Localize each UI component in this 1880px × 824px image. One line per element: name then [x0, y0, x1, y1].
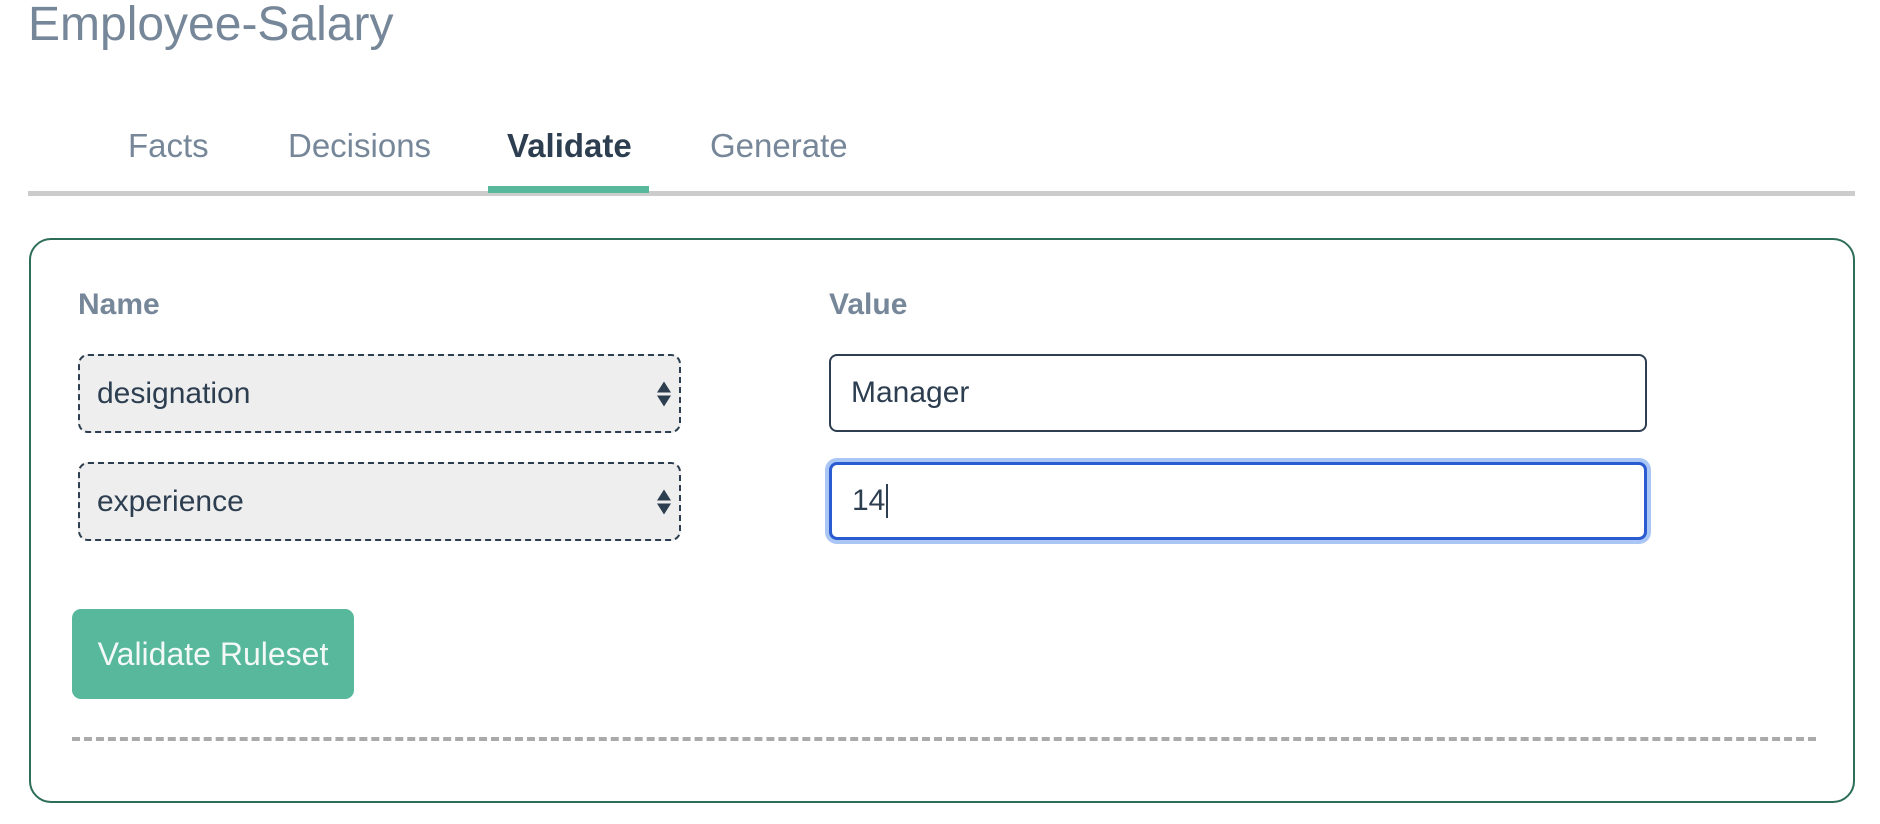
- validate-panel: Name Value designation Manager experienc…: [29, 238, 1855, 803]
- name-column-header: Name: [78, 288, 160, 321]
- input-value: 14: [852, 484, 886, 517]
- tab-validate[interactable]: Validate: [507, 126, 632, 166]
- tab-generate[interactable]: Generate: [710, 126, 848, 166]
- validate-ruleset-button[interactable]: Validate Ruleset: [72, 609, 354, 699]
- value-column-header: Value: [829, 288, 908, 321]
- results-divider: [72, 737, 1816, 741]
- tab-decisions[interactable]: Decisions: [288, 126, 431, 166]
- select-value: designation: [97, 376, 251, 410]
- input-value: Manager: [851, 376, 970, 409]
- fact-name-select-1[interactable]: designation: [78, 354, 681, 433]
- fact-value-input-2[interactable]: 14: [829, 462, 1647, 540]
- fact-name-select-2[interactable]: experience: [78, 462, 681, 541]
- active-tab-indicator: [488, 186, 649, 193]
- select-arrows-icon: [657, 489, 671, 514]
- fact-value-input-1[interactable]: Manager: [829, 354, 1647, 432]
- select-value: experience: [97, 484, 244, 518]
- tab-facts[interactable]: Facts: [128, 126, 209, 166]
- text-caret: [886, 484, 889, 518]
- select-arrows-icon: [657, 381, 671, 406]
- tab-bar: Facts Decisions Validate Generate: [28, 112, 1855, 196]
- page-title: Employee-Salary: [28, 0, 394, 51]
